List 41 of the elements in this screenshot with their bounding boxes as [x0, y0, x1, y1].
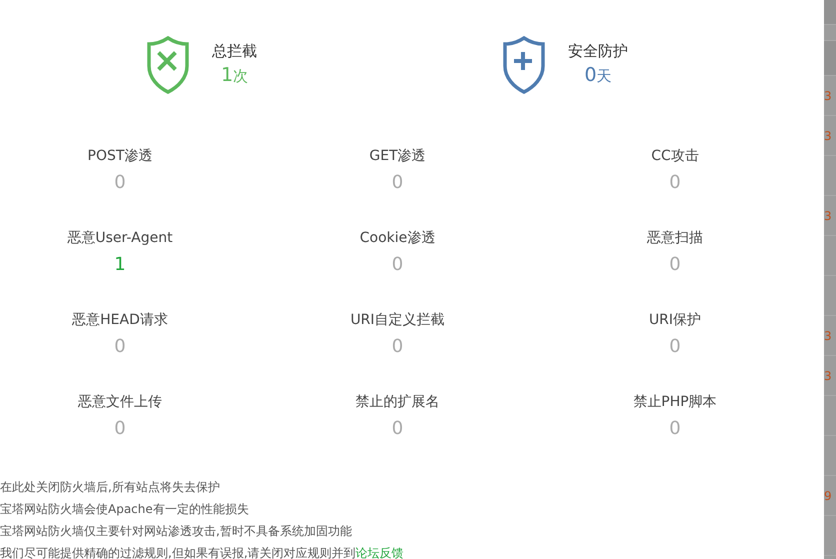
- stat-label: CC攻击: [650, 147, 700, 166]
- stat-value: 0: [114, 171, 126, 195]
- stat-label: URI保护: [648, 311, 702, 330]
- stat-label: 恶意文件上传: [77, 393, 163, 412]
- summary-value: 0天: [583, 62, 613, 88]
- stat-value: 0: [669, 335, 681, 359]
- stat-label: URI自定义拦截: [349, 311, 446, 330]
- row-number: 3: [824, 369, 832, 383]
- stat-value: 0: [392, 253, 404, 277]
- stat-value: 0: [669, 417, 681, 441]
- stat-label: 恶意HEAD请求: [71, 311, 169, 330]
- stat-label: POST渗透: [86, 147, 154, 166]
- row-number: 3: [824, 329, 832, 343]
- stat-value: 0: [114, 335, 126, 359]
- stat-label: Cookie渗透: [358, 229, 436, 248]
- note-text: 宝塔网站防火墙仅主要针对网站渗透攻击,暂时不具备系统加固功能: [0, 524, 352, 538]
- stat-label: 恶意扫描: [646, 229, 704, 248]
- stat-value: 0: [669, 171, 681, 195]
- row-number: 3: [824, 209, 832, 223]
- stat-value: 0: [392, 417, 404, 441]
- stat-value: 0: [114, 417, 126, 441]
- stat-value: 0: [669, 253, 681, 277]
- summary-value: 1次: [220, 62, 250, 88]
- note-text: 在此处关闭防火墙后,所有站点将失去保护: [0, 480, 220, 494]
- stat-label: GET渗透: [368, 147, 427, 166]
- shield-x-icon: [146, 36, 190, 94]
- stat-value: 0: [392, 171, 404, 195]
- row-number: 3: [824, 129, 832, 143]
- summary-label: 安全防护: [568, 41, 628, 62]
- stat-label: 禁止的扩展名: [354, 393, 440, 412]
- summary-label: 总拦截: [212, 41, 257, 62]
- shield-plus-icon: [502, 36, 546, 94]
- stat-value: 0: [392, 335, 404, 359]
- stat-label: 恶意User-Agent: [66, 229, 174, 248]
- stat-label: 禁止PHP脚本: [632, 393, 718, 412]
- row-number: 3: [824, 89, 832, 103]
- stat-value: 1: [114, 253, 126, 277]
- forum-link[interactable]: 论坛反馈: [356, 546, 404, 559]
- row-number: 9: [824, 489, 832, 503]
- note-text: 宝塔网站防火墙会使Apache有一定的性能损失: [0, 502, 249, 516]
- note-text: 我们尽可能提供精确的过滤规则,但如果有误报,请关闭对应规则并到论坛反馈: [0, 546, 404, 559]
